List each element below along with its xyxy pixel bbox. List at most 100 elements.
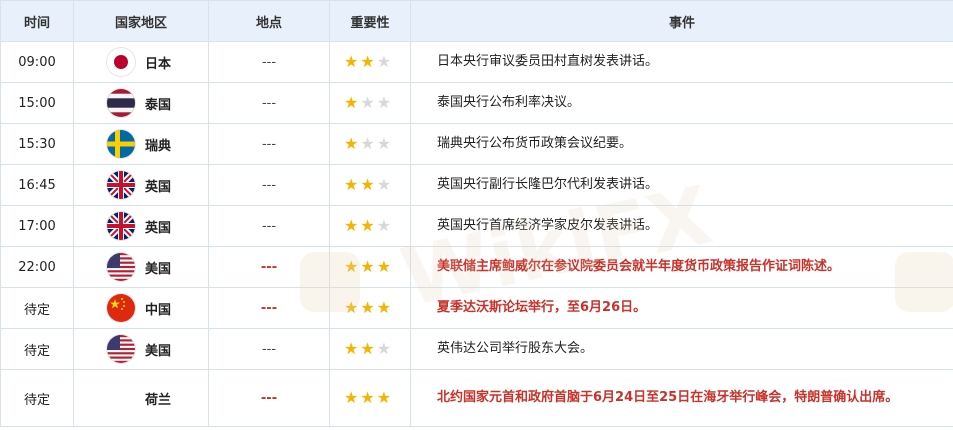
importance-cell: ★ ★ ★ [329,287,411,329]
importance-stars: ★ ★ ★ [344,177,410,193]
time-cell: 待定 [0,287,74,329]
importance-stars: ★ ★ ★ [344,218,410,234]
location-cell: --- [208,246,330,288]
location-cell: --- [208,205,330,247]
importance-stars: ★ ★ ★ [344,300,410,316]
country-cell: 荷兰 [73,369,209,427]
table-row[interactable]: 17:00 英国 --- ★ ★ ★ 英国央行首席经济学家皮尔发表讲话。 [0,205,953,247]
event-cell: 北约国家元首和政府首脑于6月24日至25日在海牙举行峰会，特朗普确认出席。 [410,369,953,427]
importance-stars: ★ ★ ★ [344,54,410,70]
star-filled-icon: ★ [360,298,375,317]
location-cell: --- [208,328,330,370]
country-cell: 英国 [73,205,209,247]
location-cell: --- [208,123,330,165]
time-cell: 待定 [0,369,74,427]
star-filled-icon: ★ [360,388,375,407]
star-filled-icon: ★ [360,257,375,276]
country-cell: 泰国 [73,82,209,124]
star-empty-icon: ★ [376,216,392,235]
country-name: 美国 [145,261,172,277]
sweden-flag-icon [107,130,135,158]
star-filled-icon: ★ [344,388,359,407]
header-country[interactable]: 国家地区 [73,0,209,42]
time-cell: 09:00 [0,41,74,83]
japan-flag-icon [107,48,135,76]
importance-stars: ★ ★ ★ [344,95,410,111]
country-cell: 美国 [73,246,209,288]
country-name: 英国 [145,179,172,195]
country-cell: 日本 [73,41,209,83]
importance-stars: ★ ★ ★ [344,341,410,357]
country-name: 美国 [145,343,172,359]
star-filled-icon: ★ [360,52,375,71]
importance-cell: ★ ★ ★ [329,246,411,288]
location-cell: --- [208,287,330,329]
country-name: 英国 [145,220,172,236]
table-row[interactable]: 待定 美国 --- ★ ★ ★ 英伟达公司举行股东大会。 [0,328,953,370]
star-filled-icon: ★ [344,216,359,235]
country-cell: 瑞典 [73,123,209,165]
header-time[interactable]: 时间 [0,0,74,42]
table-row[interactable]: 15:00 泰国 --- ★ ★ ★ 泰国央行公布利率决议。 [0,82,953,124]
table-header-row: 时间 国家地区 地点 重要性 事件 [0,0,953,42]
china-flag-icon [107,294,135,322]
table-row[interactable]: 待定 中国 --- ★ ★ ★ 夏季达沃斯论坛举行，至6月26日。 [0,287,953,329]
event-cell: 瑞典央行公布货币政策会议纪要。 [410,123,953,165]
event-cell: 夏季达沃斯论坛举行，至6月26日。 [410,287,953,329]
star-filled-icon: ★ [344,175,359,194]
importance-cell: ★ ★ ★ [329,41,411,83]
header-event[interactable]: 事件 [410,0,953,42]
star-filled-icon: ★ [360,175,375,194]
uk-flag-icon [107,171,135,199]
table-row[interactable]: 22:00 美国 --- ★ ★ ★ 美联储主席鲍威尔在参议院委员会就半年度货币政策报告作证… [0,246,953,288]
thailand-flag-icon [107,89,135,117]
star-filled-icon: ★ [344,134,359,153]
header-location[interactable]: 地点 [208,0,330,42]
time-cell: 16:45 [0,164,74,206]
time-cell: 17:00 [0,205,74,247]
star-filled-icon: ★ [360,339,375,358]
importance-cell: ★ ★ ★ [329,328,411,370]
event-cell: 美联储主席鲍威尔在参议院委员会就半年度货币政策报告作证词陈述。 [410,246,953,288]
location-cell: --- [208,164,330,206]
event-cell: 英国央行副行长隆巴尔代利发表讲话。 [410,164,953,206]
location-cell: --- [208,369,330,427]
importance-cell: ★ ★ ★ [329,164,411,206]
economic-calendar-table: 时间 国家地区 地点 重要性 事件 09:00 日本 --- ★ ★ ★ 日本央行审议委员田… [0,0,953,427]
time-cell: 15:00 [0,82,74,124]
time-cell: 15:30 [0,123,74,165]
star-filled-icon: ★ [344,52,359,71]
event-cell: 英伟达公司举行股东大会。 [410,328,953,370]
table-row[interactable]: 09:00 日本 --- ★ ★ ★ 日本央行审议委员田村直树发表讲话。 [0,41,953,83]
star-empty-icon: ★ [376,52,392,71]
star-filled-icon: ★ [344,257,359,276]
importance-cell: ★ ★ ★ [329,123,411,165]
event-cell: 英国央行首席经济学家皮尔发表讲话。 [410,205,953,247]
star-empty-icon: ★ [376,134,392,153]
header-importance[interactable]: 重要性 [329,0,411,42]
country-cell: 美国 [73,328,209,370]
time-cell: 22:00 [0,246,74,288]
importance-cell: ★ ★ ★ [329,369,411,427]
country-name: 中国 [145,302,172,318]
table-row[interactable]: 待定 荷兰 --- ★ ★ ★ 北约国家元首和政府首脑于6月24日至25日在海牙举行峰会，特… [0,369,953,427]
table-row[interactable]: 15:30 瑞典 --- ★ ★ ★ 瑞典央行公布货币政策会议纪要。 [0,123,953,165]
star-filled-icon: ★ [376,257,392,276]
uk-flag-icon [107,212,135,240]
table-row[interactable]: 16:45 英国 --- ★ ★ ★ 英国央行副行长隆巴尔代利发表讲话。 [0,164,953,206]
star-empty-icon: ★ [376,339,392,358]
event-cell: 泰国央行公布利率决议。 [410,82,953,124]
us-flag-icon [107,253,135,281]
event-cell: 日本央行审议委员田村直树发表讲话。 [410,41,953,83]
country-cell: 中国 [73,287,209,329]
location-cell: --- [208,82,330,124]
star-filled-icon: ★ [376,298,392,317]
star-filled-icon: ★ [376,388,392,407]
star-filled-icon: ★ [344,339,359,358]
star-empty-icon: ★ [376,175,392,194]
importance-cell: ★ ★ ★ [329,82,411,124]
country-name: 荷兰 [145,392,172,408]
us-flag-icon [107,335,135,363]
star-empty-icon: ★ [360,93,375,112]
star-filled-icon: ★ [344,298,359,317]
